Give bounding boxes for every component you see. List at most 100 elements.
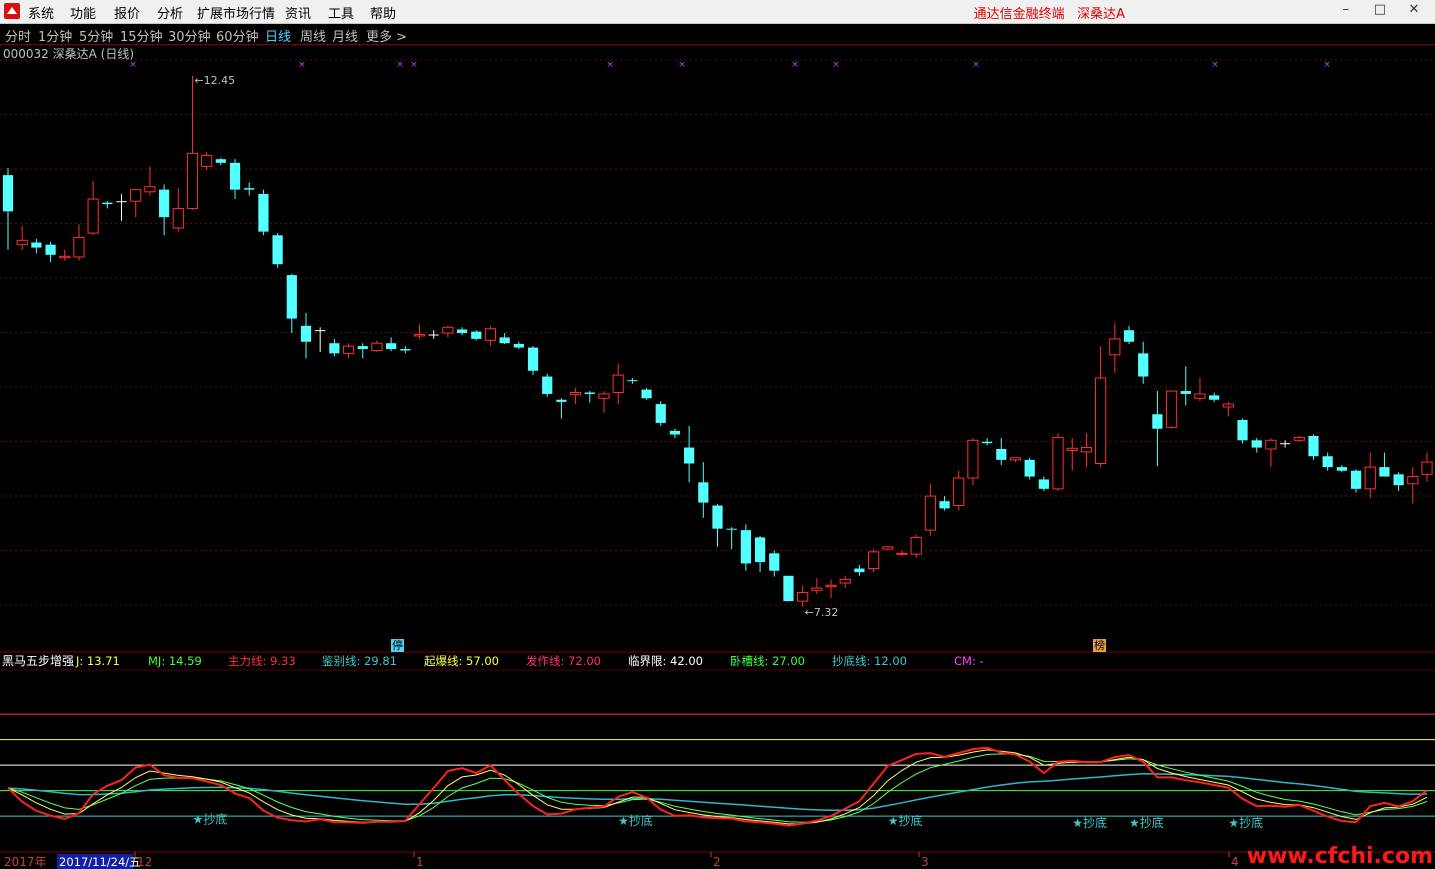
candle-body — [130, 189, 142, 202]
candle-body — [1209, 395, 1220, 400]
candle-body — [655, 404, 666, 423]
candle-body — [2, 175, 14, 212]
signal-marker-1: ★抄底 — [618, 813, 653, 828]
period-5min[interactable]: 5分钟 — [79, 26, 113, 45]
period-15min[interactable]: 15分钟 — [120, 26, 163, 45]
candle-body — [1322, 456, 1333, 468]
candle-body — [102, 202, 113, 205]
candle-body — [45, 244, 56, 255]
brand-title: 通达信金融终端 深桑达A — [974, 3, 1125, 22]
event-marker-icon: × — [791, 60, 799, 70]
event-marker-icon: × — [832, 60, 840, 70]
maximize-icon[interactable]: □ — [1365, 2, 1395, 17]
candle-body — [16, 239, 28, 246]
candle-body — [413, 334, 426, 337]
menu-bar: 系统 功能 报价 分析 扩展市场行情 资讯 工具 帮助 通达信金融终端 深桑达A… — [0, 0, 1435, 24]
menu-system[interactable]: 系统 — [28, 3, 54, 22]
candle-body — [442, 326, 454, 334]
candle-body — [854, 568, 865, 573]
period-intraday[interactable]: 分时 — [5, 26, 31, 45]
signal-marker-5: ★抄底 — [1228, 815, 1263, 830]
legend-0: J: 13.71 — [75, 654, 120, 668]
candle-body — [1407, 476, 1419, 485]
event-marker-icon: × — [410, 60, 418, 70]
candle-body — [584, 392, 595, 394]
close-icon[interactable]: ✕ — [1399, 2, 1429, 17]
candle-body — [186, 152, 199, 209]
legend-1: MJ: 14.59 — [148, 654, 202, 668]
candle-body — [896, 552, 908, 555]
indicator-title: 黑马五步增强 — [2, 654, 74, 668]
period-bar: 分时 1分钟 5分钟 15分钟 30分钟 60分钟 日线 周线 月线 更多 > — [0, 24, 1435, 45]
period-daily[interactable]: 日线 — [265, 26, 291, 45]
stock-name-title: 深桑达A — [1077, 7, 1125, 22]
candle-body — [754, 537, 766, 563]
legend-8: 抄底线: 12.00 — [832, 654, 907, 668]
candle-body — [484, 328, 497, 341]
period-30min[interactable]: 30分钟 — [168, 26, 211, 45]
signal-marker-0: ★抄底 — [192, 812, 227, 827]
candle-body — [839, 578, 851, 584]
legend-5: 发作线: 72.00 — [526, 654, 601, 668]
menu-info[interactable]: 资讯 — [285, 3, 311, 22]
candle-body — [569, 391, 582, 396]
candle-body — [811, 587, 823, 591]
candle-body — [272, 235, 283, 265]
candle-body — [1364, 466, 1376, 490]
candle-body — [939, 501, 950, 509]
candle-body — [1066, 447, 1078, 451]
candle-body — [386, 343, 397, 350]
year-label: 2017年 — [4, 855, 47, 869]
candle-body — [1165, 390, 1178, 428]
candle-body — [329, 343, 340, 354]
stock-label: 000032 深桑达A (日线) — [3, 47, 134, 61]
terminal-name: 通达信金融终端 — [973, 7, 1065, 22]
candle-body — [1237, 420, 1248, 441]
candle-body — [499, 337, 510, 344]
minimize-icon[interactable]: – — [1331, 2, 1361, 17]
menu-extended-market[interactable]: 扩展市场行情 — [197, 3, 275, 22]
candle-body — [315, 330, 326, 332]
candle-body — [1009, 457, 1022, 461]
candle-body — [144, 186, 156, 193]
month-label-2: 2 — [713, 855, 721, 869]
period-more[interactable]: 更多 > — [366, 26, 407, 45]
jianbie-line — [7, 773, 1428, 812]
event-marker-icon: × — [298, 60, 306, 70]
chart-area[interactable]: 000032 深桑达A (日线) ←12.45 ←7.32 × × × × × × × × × × × 黑马… — [0, 45, 1435, 869]
period-monthly[interactable]: 月线 — [332, 26, 358, 45]
candle-body — [258, 193, 269, 232]
candle-body — [229, 162, 241, 190]
signal-marker-2: ★抄底 — [888, 813, 923, 828]
candle-body — [286, 275, 297, 319]
menu-quote[interactable]: 报价 — [114, 3, 140, 22]
candle-body — [1279, 443, 1291, 445]
candle-body — [244, 188, 255, 190]
candle-body — [1095, 377, 1107, 464]
candle-body — [910, 536, 922, 555]
window-controls: – □ ✕ — [1331, 2, 1429, 17]
candle-body — [1138, 353, 1149, 377]
candle-body — [982, 441, 993, 444]
candle-body — [527, 347, 539, 371]
candle-body — [116, 201, 127, 203]
high-price-label: ←12.45 — [194, 74, 235, 87]
candle-body — [712, 505, 723, 529]
candle-body — [456, 329, 468, 334]
candle-body — [1421, 461, 1433, 475]
month-label-0: 12 — [137, 855, 152, 869]
candle-body — [215, 159, 226, 163]
candle-body — [87, 198, 99, 234]
candle-body — [342, 345, 355, 354]
period-weekly[interactable]: 周线 — [300, 26, 326, 45]
candle-body — [1038, 479, 1049, 489]
menu-help[interactable]: 帮助 — [370, 3, 396, 22]
period-1min[interactable]: 1分钟 — [38, 26, 72, 45]
menu-function[interactable]: 功能 — [70, 3, 96, 22]
candle-body — [1152, 414, 1163, 429]
event-marker-icon: × — [606, 60, 614, 70]
menu-tools[interactable]: 工具 — [328, 3, 354, 22]
candle-body — [797, 591, 809, 602]
menu-analysis[interactable]: 分析 — [157, 3, 183, 22]
period-60min[interactable]: 60分钟 — [216, 26, 259, 45]
